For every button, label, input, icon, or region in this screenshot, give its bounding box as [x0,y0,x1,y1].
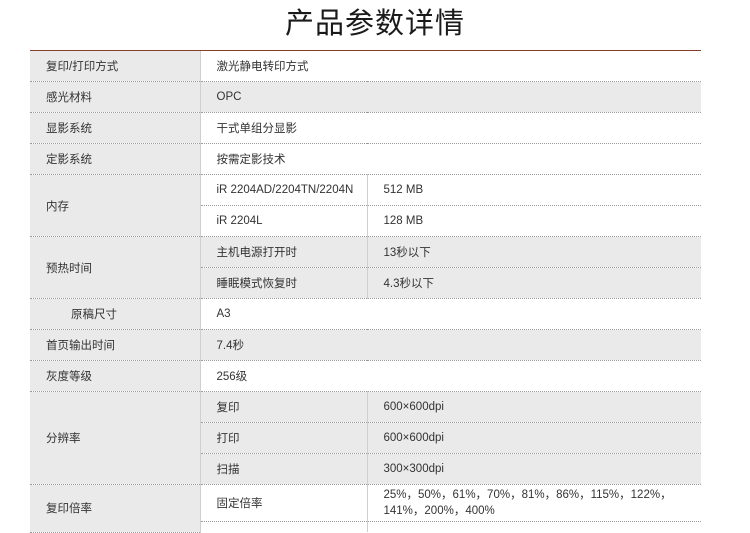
spec-value: 256级 [200,360,701,392]
spec-label: 原稿尺寸 [30,298,201,330]
spec-label: 感光材料 [30,81,201,113]
spec-sublabel: 固定倍率 [200,484,368,522]
spec-value: 按需定影技术 [200,143,701,175]
spec-value: 激光静电转印方式 [200,51,701,82]
spec-sublabel: 主机电源打开时 [200,236,368,268]
spec-row-first-copy: 首页输出时间 7.4秒 [30,329,701,361]
spec-row-zoom: 复印倍率 固定倍率 25%，50%，61%，70%，81%，86%，115%，1… [30,484,701,533]
spec-label: 灰度等级 [30,360,201,392]
spec-value: 4.3秒以下 [367,267,701,299]
spec-label: 预热时间 [30,236,201,299]
spec-row-developing: 显影系统 干式单组分显影 [30,112,701,144]
spec-label: 显影系统 [30,112,201,144]
spec-row-photoconductor: 感光材料 OPC [30,81,701,113]
spec-sublabel: 打印 [200,422,368,454]
spec-label: 首页输出时间 [30,329,201,361]
spec-row-copy-method: 复印/打印方式 激光静电转印方式 [30,51,701,82]
spec-value: 600×600dpi [367,422,701,454]
spec-value: 7.4秒 [200,329,701,361]
spec-value: 300×300dpi [367,453,701,485]
spec-value-empty [367,522,701,533]
spec-sublabel: 扫描 [200,453,368,485]
page-title: 产品参数详情 [284,6,465,40]
spec-value: 13秒以下 [367,236,701,268]
spec-label: 分辨率 [30,391,201,485]
spec-value: OPC [200,81,701,113]
spec-value: A3 [200,298,701,330]
spec-value: 干式单组分显影 [200,112,701,144]
spec-row-resolution: 分辨率 复印 600×600dpi [30,391,701,485]
spec-value: 512 MB [367,174,701,206]
spec-label: 复印/打印方式 [30,51,201,82]
spec-value: 600×600dpi [367,391,701,423]
spec-sublabel: iR 2204L [200,205,368,237]
spec-label: 定影系统 [30,143,201,175]
spec-row-warmup: 预热时间 主机电源打开时 13秒以下 [30,236,701,299]
spec-label: 内存 [30,174,201,237]
spec-row-fixing: 定影系统 按需定影技术 [30,143,701,175]
spec-row-grayscale: 灰度等级 256级 [30,360,701,392]
spec-value: 25%，50%，61%，70%，81%，86%，115%，122%，141%，2… [367,484,701,522]
spec-row-memory: 内存 iR 2204AD/2204TN/2204N 512 MB [30,174,701,237]
spec-sublabel: 睡眠模式恢复时 [200,267,368,299]
spec-label: 复印倍率 [30,484,201,533]
spec-sublabel-empty [200,521,368,532]
spec-sublabel: iR 2204AD/2204TN/2204N [200,174,368,206]
spec-row-original-size: 原稿尺寸 A3 [30,298,701,330]
spec-sublabel: 复印 [200,391,368,423]
spec-table: 复印/打印方式 激光静电转印方式 感光材料 OPC 显影系统 干式单组分显影 定… [30,51,701,533]
spec-value: 128 MB [367,205,701,237]
